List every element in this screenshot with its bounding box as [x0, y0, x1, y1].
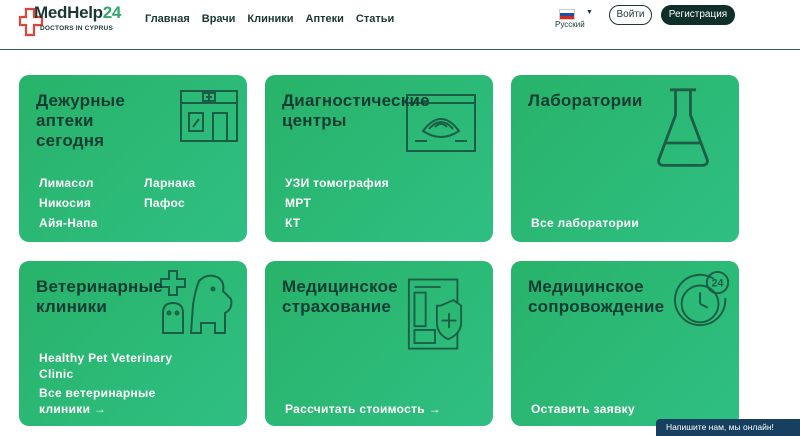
- login-button[interactable]: Войти: [609, 5, 652, 25]
- link-text: Clinic: [39, 367, 74, 381]
- main-nav: Главная Врачи Клиники Аптеки Статьи: [145, 13, 394, 25]
- pets-cross-icon: [160, 270, 233, 334]
- flask-icon: [657, 88, 709, 167]
- chat-widget[interactable]: Напишите нам, мы онлайн!: [656, 419, 800, 436]
- link-limassol[interactable]: Лимасол: [39, 176, 94, 190]
- link-all-vets[interactable]: Все ветеринарные клиники →: [39, 386, 156, 416]
- link-healthy-pet[interactable]: Healthy Pet Veterinary Clinic: [39, 351, 172, 381]
- link-ayia-napa[interactable]: Айя-Напа: [39, 216, 98, 230]
- link-ct[interactable]: КТ: [285, 216, 301, 230]
- card-support[interactable]: 24 Медицинское сопровождение Оставить за…: [511, 261, 739, 426]
- link-submit-request[interactable]: Оставить заявку: [531, 402, 635, 416]
- card-title: Ветеринарные клиники: [36, 277, 163, 316]
- nav-articles[interactable]: Статьи: [356, 13, 394, 25]
- link-mri[interactable]: МРТ: [285, 196, 311, 210]
- card-diagnostics[interactable]: Диагностические центры УЗИ томография МР…: [265, 75, 493, 242]
- language-selector[interactable]: ▼ Русский: [553, 9, 599, 31]
- link-larnaca[interactable]: Ларнака: [144, 176, 195, 190]
- link-ultrasound[interactable]: УЗИ томография: [285, 176, 389, 190]
- nav-pharmacies[interactable]: Аптеки: [306, 13, 344, 25]
- link-calculate-cost[interactable]: Рассчитать стоимость →: [285, 402, 441, 416]
- card-title: Диагностические центры: [282, 91, 430, 130]
- card-labs[interactable]: Лаборатории Все лаборатории: [511, 75, 739, 242]
- link-text: клиники →: [39, 402, 107, 416]
- link-text: Все ветеринарные: [39, 386, 156, 400]
- clock-24-label: 24: [712, 277, 724, 289]
- card-title: Медицинское страхование: [282, 277, 398, 316]
- site-header: MedHelp24 DOCTORS IN CYPRUS Главная Врач…: [0, 0, 800, 50]
- link-paphos[interactable]: Пафос: [144, 196, 185, 210]
- link-nicosia[interactable]: Никосия: [39, 196, 91, 210]
- nav-doctors[interactable]: Врачи: [202, 13, 236, 25]
- register-button[interactable]: Регистрация: [661, 5, 735, 25]
- language-label: Русский: [555, 20, 585, 29]
- clock-24-icon: 24: [673, 270, 730, 327]
- card-insurance[interactable]: Медицинское страхование Рассчитать стоим…: [265, 261, 493, 426]
- pharmacy-building-icon: [180, 90, 238, 142]
- insurance-document-icon: [407, 278, 463, 350]
- russia-flag-icon: [559, 9, 575, 20]
- card-title: Медицинское сопровождение: [528, 277, 665, 316]
- link-all-labs[interactable]: Все лаборатории: [531, 216, 639, 230]
- card-pharmacies[interactable]: Дежурные аптеки сегодня Лимасол Ларнака …: [19, 75, 247, 242]
- card-title: Дежурные аптеки сегодня: [36, 91, 126, 150]
- link-text: Healthy Pet Veterinary: [39, 351, 173, 365]
- card-title: Лаборатории: [528, 91, 643, 110]
- card-vets[interactable]: Ветеринарные клиники Healthy Pet Veterin…: [19, 261, 247, 426]
- logo[interactable]: MedHelp24 DOCTORS IN CYPRUS: [18, 3, 126, 39]
- logo-brand: MedHelp24: [34, 3, 122, 22]
- nav-home[interactable]: Главная: [145, 13, 190, 25]
- nav-clinics[interactable]: Клиники: [247, 13, 293, 25]
- caret-down-icon: ▼: [586, 9, 593, 16]
- logo-tagline: DOCTORS IN CYPRUS: [40, 25, 113, 32]
